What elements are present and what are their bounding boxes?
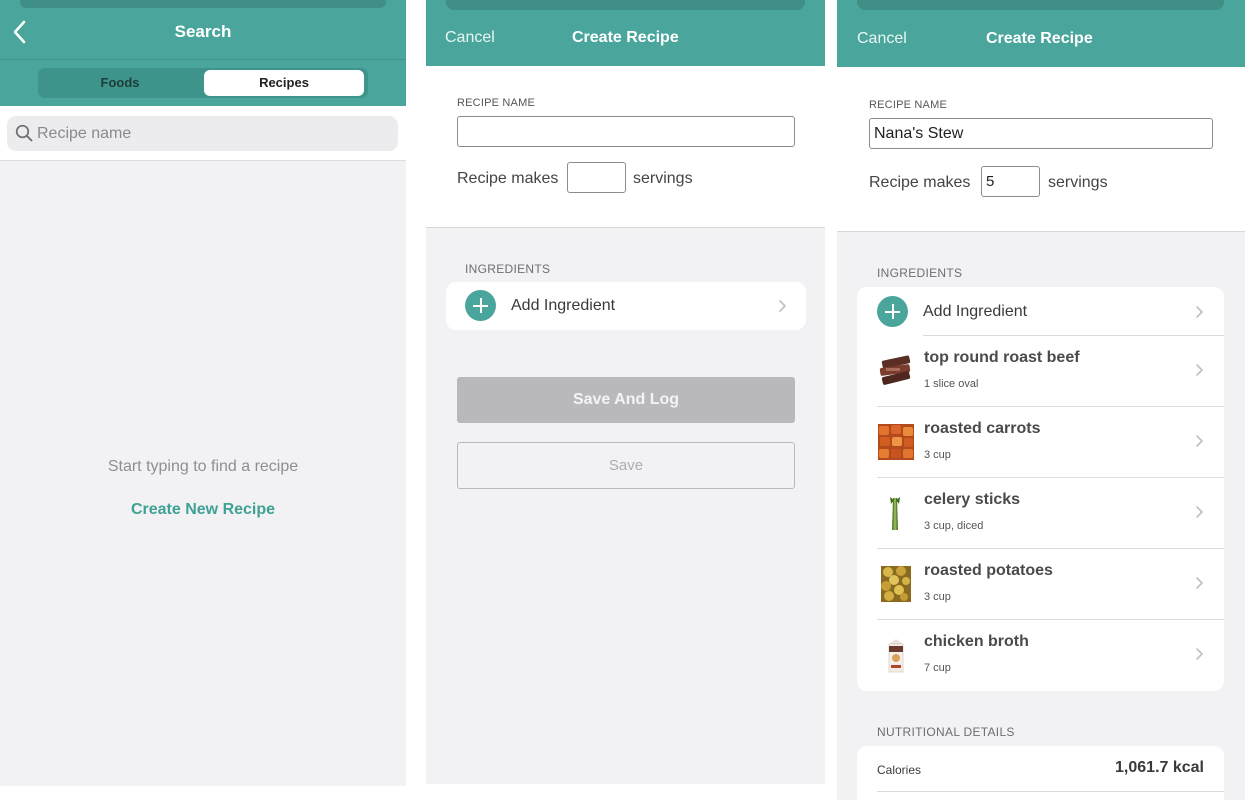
servings-field[interactable] xyxy=(567,162,626,193)
create-recipe-filled-screen: Cancel Create Recipe RECIPE NAME Nana's … xyxy=(837,0,1245,800)
row-divider xyxy=(877,619,1224,620)
ingredient-name: roasted potatoes xyxy=(924,562,1053,579)
ingredient-amount: 3 cup xyxy=(924,449,951,461)
save-and-log-button[interactable]: Save And Log xyxy=(457,377,795,423)
page-title: Search xyxy=(174,22,232,41)
recipe-search-input[interactable] xyxy=(37,116,387,151)
add-ingredient-label: Add Ingredient xyxy=(923,303,1028,320)
sheet-handle xyxy=(446,0,805,10)
ingredient-amount: 3 cup, diced xyxy=(924,520,984,532)
ingredient-row[interactable]: celery sticks 3 cup, diced xyxy=(857,477,1224,548)
ingredient-amount: 3 cup xyxy=(924,591,951,603)
ingredients-section-label: INGREDIENTS xyxy=(465,262,551,276)
servings-field[interactable]: 5 xyxy=(981,166,1040,197)
create-new-recipe-link[interactable]: Create New Recipe xyxy=(0,501,406,519)
ingredient-name: chicken broth xyxy=(924,633,1029,650)
add-ingredient-label: Add Ingredient xyxy=(511,297,616,314)
ingredients-card: Add Ingredient top round roast beef 1 sl… xyxy=(857,287,1224,691)
calories-row: Calories 1,061.7 kcal xyxy=(857,746,1224,791)
ingredient-amount: 7 cup xyxy=(924,662,951,674)
chevron-right-icon xyxy=(1195,434,1205,448)
create-recipe-empty-screen: Cancel Create Recipe RECIPE NAME Recipe … xyxy=(426,0,825,784)
potatoes-icon xyxy=(877,565,915,603)
ingredient-row[interactable]: top round roast beef 1 slice oval xyxy=(857,335,1224,406)
nutrition-value: 1,061.7 kcal xyxy=(1115,759,1204,776)
nutrition-section-label: NUTRITIONAL DETAILS xyxy=(877,725,1015,739)
carrots-icon xyxy=(877,423,915,461)
add-ingredient-row[interactable]: Add Ingredient xyxy=(446,282,806,330)
add-circle-icon xyxy=(465,290,496,321)
empty-state-message: Start typing to find a recipe xyxy=(107,458,299,475)
recipe-name-label: RECIPE NAME xyxy=(869,99,947,111)
nutrition-label: Calories xyxy=(877,763,922,777)
ingredient-name: roasted carrots xyxy=(924,420,1041,437)
row-divider xyxy=(877,477,1224,478)
sheet-handle xyxy=(857,0,1224,10)
page-title: Create Recipe xyxy=(572,29,679,46)
search-screen: Search Foods Recipes Start typing to fin… xyxy=(0,0,406,786)
recipe-makes-label: Recipe makes xyxy=(457,170,559,187)
row-divider xyxy=(877,548,1224,549)
recipe-form: RECIPE NAME Nana's Stew Recipe makes 5 s… xyxy=(837,67,1245,232)
chevron-right-icon xyxy=(1195,576,1205,590)
tab-foods[interactable]: Foods xyxy=(40,70,200,96)
ingredient-row[interactable]: roasted potatoes 3 cup xyxy=(857,548,1224,619)
row-divider xyxy=(923,335,1224,336)
chevron-right-icon xyxy=(1195,505,1205,519)
nutrition-card: Calories 1,061.7 kcal xyxy=(857,746,1224,800)
search-field-container xyxy=(7,116,398,151)
cancel-button[interactable]: Cancel xyxy=(857,30,907,48)
recipe-name-field[interactable]: Nana's Stew xyxy=(869,118,1213,149)
recipe-form: RECIPE NAME Recipe makes servings xyxy=(426,66,825,228)
recipe-name-field[interactable] xyxy=(457,116,795,147)
save-button[interactable]: Save xyxy=(457,442,795,489)
servings-label: servings xyxy=(633,170,693,187)
ingredient-row[interactable]: chicken broth 7 cup xyxy=(857,619,1224,690)
ingredient-row[interactable]: roasted carrots 3 cup xyxy=(857,406,1224,477)
sheet-handle xyxy=(20,0,386,8)
search-header: Search Foods Recipes xyxy=(0,0,406,106)
cancel-button[interactable]: Cancel xyxy=(445,29,495,47)
tab-recipes[interactable]: Recipes xyxy=(204,70,364,96)
foods-recipes-segmented-control: Foods Recipes xyxy=(38,68,368,98)
broth-carton-icon xyxy=(877,636,915,674)
row-divider xyxy=(877,406,1224,407)
header-divider xyxy=(0,59,406,60)
search-icon xyxy=(15,124,33,142)
ingredient-amount: 1 slice oval xyxy=(924,378,979,390)
ingredient-name: top round roast beef xyxy=(924,349,1080,366)
celery-icon xyxy=(877,494,915,532)
search-bar xyxy=(0,106,406,161)
add-ingredient-row[interactable]: Add Ingredient xyxy=(857,287,1224,335)
chevron-right-icon xyxy=(778,299,788,313)
servings-label: servings xyxy=(1048,174,1108,191)
recipe-name-label: RECIPE NAME xyxy=(457,97,535,109)
recipe-makes-label: Recipe makes xyxy=(869,174,971,191)
add-circle-icon xyxy=(877,296,908,327)
create-recipe-header: Cancel Create Recipe xyxy=(426,0,825,66)
ingredients-section-label: INGREDIENTS xyxy=(877,266,963,280)
chevron-right-icon xyxy=(1195,363,1205,377)
ingredient-name: celery sticks xyxy=(924,491,1021,508)
chevron-right-icon xyxy=(1195,647,1205,661)
beef-icon xyxy=(877,352,915,390)
chevron-right-icon xyxy=(1195,305,1205,319)
row-divider xyxy=(877,791,1224,792)
page-title: Create Recipe xyxy=(986,30,1093,47)
create-recipe-header: Cancel Create Recipe xyxy=(837,0,1245,67)
